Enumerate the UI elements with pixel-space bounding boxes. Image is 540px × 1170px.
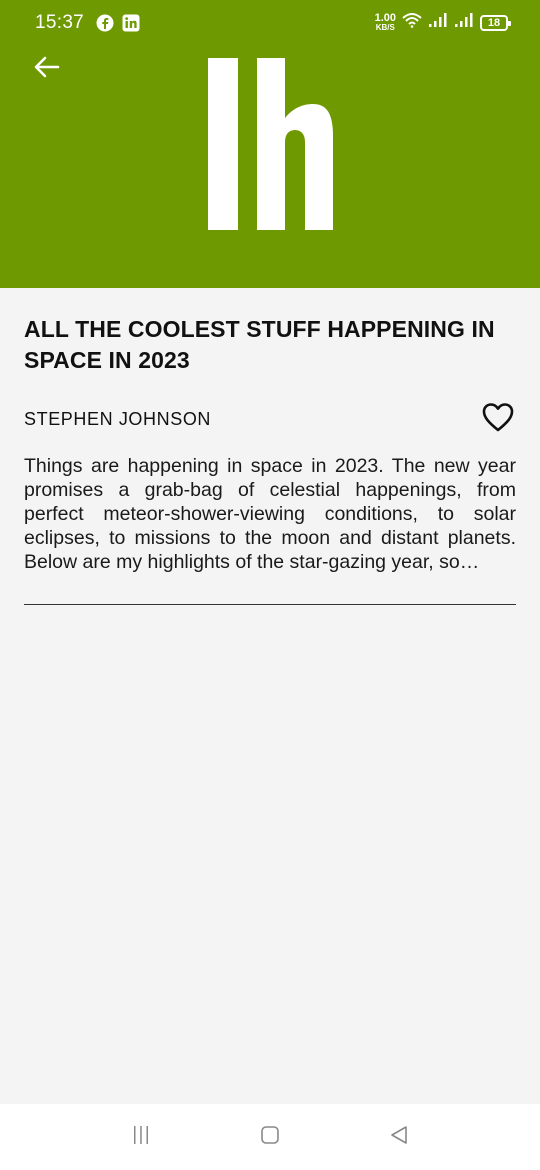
arrow-left-icon <box>34 56 60 83</box>
back-button[interactable] <box>28 50 66 88</box>
notification-icons <box>96 14 140 37</box>
favorite-button[interactable] <box>482 402 514 437</box>
system-navigation-bar <box>0 1104 540 1170</box>
network-speed: 1.00 KB/S <box>375 13 396 32</box>
content-divider <box>24 604 516 605</box>
home-button[interactable] <box>257 1124 283 1150</box>
recents-icon <box>130 1124 152 1151</box>
signal-icon <box>454 12 474 33</box>
facebook-icon <box>96 14 114 37</box>
article-author: STEPHEN JOHNSON <box>24 408 212 429</box>
back-triangle-icon <box>388 1124 410 1151</box>
network-speed-unit: KB/S <box>375 22 395 32</box>
heart-icon <box>482 402 514 437</box>
wifi-icon <box>402 12 422 33</box>
status-bar: 15:37 1.00 KB/S 18 <box>0 0 540 48</box>
status-time: 15:37 <box>35 12 85 33</box>
battery-indicator: 18 <box>480 14 511 31</box>
lifehacker-logo <box>205 56 335 232</box>
signal-icon <box>428 12 448 33</box>
linkedin-icon <box>122 14 140 37</box>
system-status-icons: 1.00 KB/S 18 <box>375 12 511 33</box>
article-title: ALL THE COOLEST STUFF HAPPENING IN SPACE… <box>24 316 495 373</box>
article-summary: Things are happening in space in 2023. T… <box>24 455 516 573</box>
author-row: STEPHEN JOHNSON <box>24 402 516 436</box>
article-header: 15:37 1.00 KB/S 18 <box>0 0 540 288</box>
recents-button[interactable] <box>128 1124 154 1150</box>
nav-back-button[interactable] <box>386 1124 412 1150</box>
article-content: ALL THE COOLEST STUFF HAPPENING IN SPACE… <box>24 314 516 605</box>
article-detail-screen: 15:37 1.00 KB/S 18 ALL THE COOLEST STUFF… <box>0 0 540 1170</box>
home-icon <box>259 1124 281 1151</box>
